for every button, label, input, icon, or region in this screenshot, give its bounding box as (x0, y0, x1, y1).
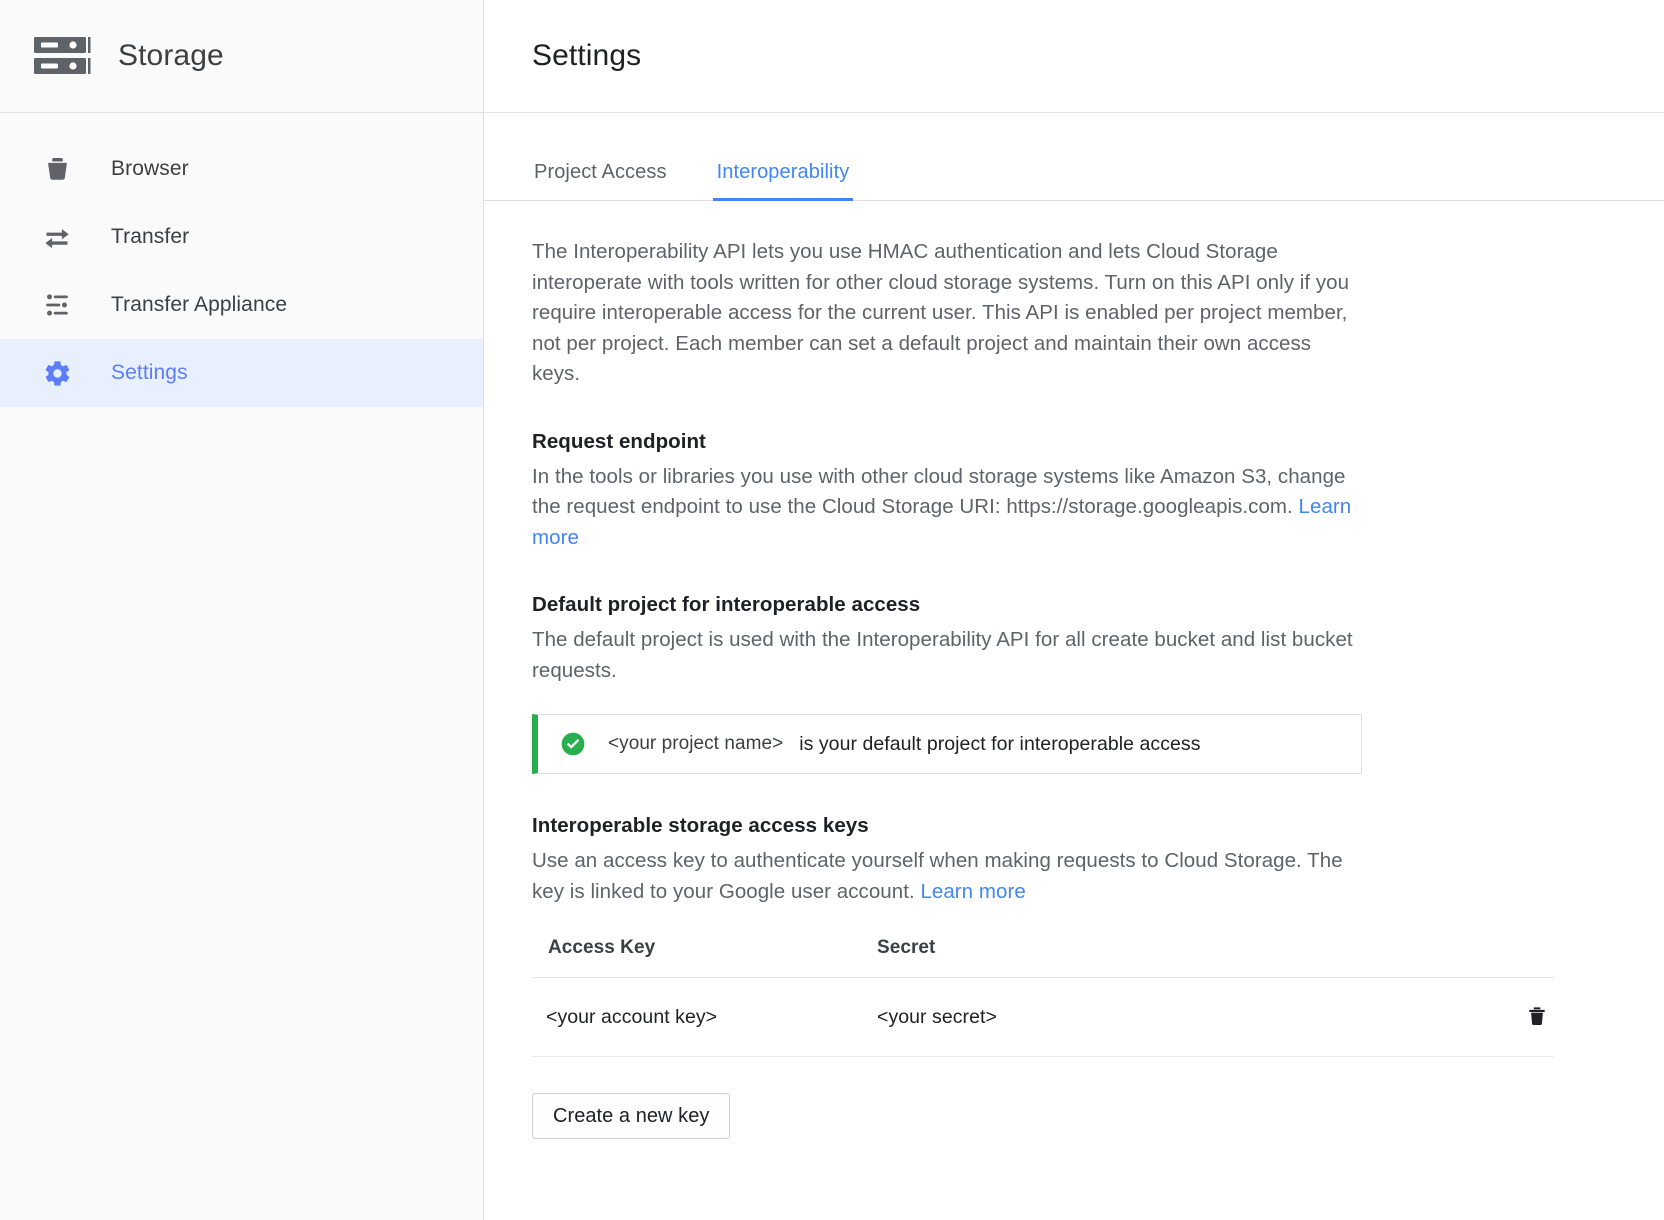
sidebar-item-transfer[interactable]: Transfer (0, 203, 483, 271)
main-header: Settings (484, 0, 1664, 113)
access-keys-learn-more-link[interactable]: Learn more (920, 880, 1025, 903)
access-keys-title: Interoperable storage access keys (532, 812, 1616, 840)
page-title: Settings (532, 39, 641, 73)
list-settings-icon (42, 290, 72, 320)
product-title: Storage (118, 39, 224, 73)
cell-access-key: <your account key> (532, 978, 877, 1057)
create-new-key-button[interactable]: Create a new key (532, 1093, 730, 1139)
sidebar-item-transfer-appliance[interactable]: Transfer Appliance (0, 271, 483, 339)
sidebar-item-settings[interactable]: Settings (0, 339, 483, 407)
column-header-actions (1437, 937, 1554, 978)
table-row: <your account key> <your secret> (532, 978, 1554, 1057)
check-circle-icon (560, 731, 586, 757)
sidebar: Storage Browser Tr (0, 0, 484, 1220)
trash-icon (1526, 1004, 1548, 1031)
default-project-section: Default project for interoperable access… (532, 591, 1616, 774)
request-endpoint-body: In the tools or libraries you use with o… (532, 462, 1377, 554)
cell-secret: <your secret> (877, 978, 1437, 1057)
sidebar-item-label: Settings (111, 361, 188, 385)
column-header-secret: Secret (877, 937, 1437, 978)
request-endpoint-text: In the tools or libraries you use with o… (532, 465, 1345, 519)
app-root: Storage Browser Tr (0, 0, 1664, 1220)
settings-content: The Interoperability API lets you use HM… (484, 201, 1664, 1139)
bucket-icon (42, 154, 72, 184)
request-endpoint-section: Request endpoint In the tools or librari… (532, 428, 1616, 554)
tab-project-access[interactable]: Project Access (532, 161, 669, 200)
gear-icon (42, 358, 72, 388)
access-keys-body: Use an access key to authenticate yourse… (532, 846, 1377, 907)
sidebar-header: Storage (0, 0, 483, 113)
sidebar-item-label: Transfer Appliance (111, 293, 287, 317)
request-endpoint-title: Request endpoint (532, 428, 1616, 456)
access-keys-table: Access Key Secret <your account key> <yo… (532, 937, 1554, 1057)
tab-bar: Project Access Interoperability (484, 113, 1664, 201)
storage-icon (32, 26, 92, 86)
access-keys-section: Interoperable storage access keys Use an… (532, 812, 1616, 1139)
sidebar-item-browser[interactable]: Browser (0, 135, 483, 203)
sidebar-item-label: Transfer (111, 225, 189, 249)
banner-message: is your default project for interoperabl… (799, 733, 1200, 756)
table-header-row: Access Key Secret (532, 937, 1554, 978)
banner-project-name: <your project name> (608, 733, 783, 755)
tab-interoperability[interactable]: Interoperability (715, 161, 852, 200)
cell-actions (1437, 978, 1554, 1057)
default-project-banner: <your project name> is your default proj… (532, 714, 1362, 774)
default-project-body: The default project is used with the Int… (532, 625, 1377, 686)
main-content: Settings Project Access Interoperability… (484, 0, 1664, 1220)
delete-key-button[interactable] (1520, 1000, 1554, 1034)
transfer-arrows-icon (42, 222, 72, 252)
default-project-title: Default project for interoperable access (532, 591, 1616, 619)
table-head: Access Key Secret (532, 937, 1554, 978)
intro-paragraph: The Interoperability API lets you use HM… (532, 237, 1362, 390)
table-body: <your account key> <your secret> (532, 978, 1554, 1057)
column-header-access-key: Access Key (532, 937, 877, 978)
sidebar-item-label: Browser (111, 157, 189, 181)
sidebar-nav: Browser Transfer (0, 113, 483, 407)
